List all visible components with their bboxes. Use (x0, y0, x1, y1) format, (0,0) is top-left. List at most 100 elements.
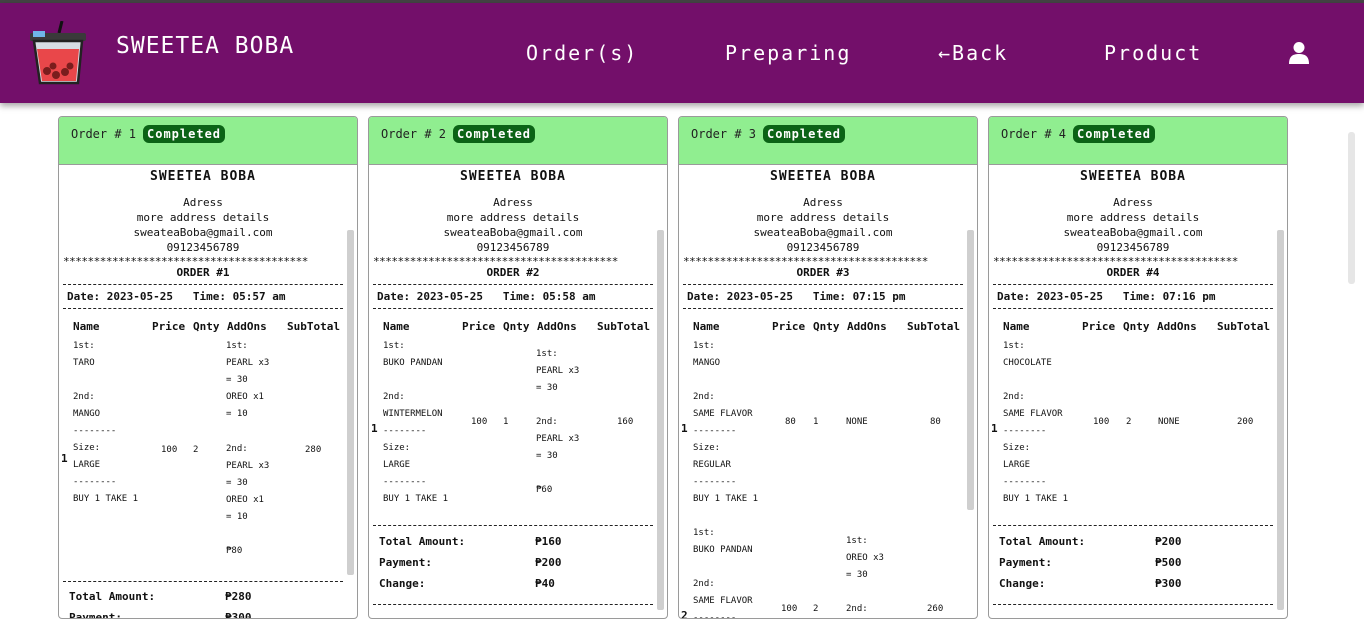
dashed-divider (63, 284, 343, 285)
item-row-number: 1 (991, 422, 998, 435)
receipt[interactable]: SWEETEA BOBA Adress more address details… (989, 166, 1287, 618)
receipt-email: sweateaBoba@gmail.com (753, 226, 893, 239)
nav-product-link[interactable]: Product (1104, 41, 1202, 65)
item-name-line: WINTERMELON (383, 409, 443, 419)
status-badge: Completed (453, 125, 536, 143)
item-name-line: 2nd: (693, 392, 715, 402)
receipt-phone: 09123456789 (476, 241, 550, 254)
item-name-line: -------- (693, 426, 737, 436)
receipt-address-details: more address details (756, 211, 890, 224)
item-price: 100 (1093, 417, 1110, 427)
item-qty: 2 (813, 604, 819, 614)
dashed-divider (993, 284, 1273, 285)
item-name-line: -------- (1003, 426, 1047, 436)
status-badge: Completed (143, 125, 226, 143)
col-header-price: Price (462, 320, 496, 333)
dashed-divider (63, 581, 343, 582)
receipt-scrollbar[interactable] (347, 230, 354, 575)
receipt-store-name: SWEETEA BOBA (770, 169, 876, 184)
receipt-address: Adress (803, 196, 843, 209)
dashed-divider (373, 525, 653, 526)
item-row-number: 1 (371, 422, 378, 435)
order-card: Order # 2 Completed SWEETEA BOBA Adress … (368, 116, 668, 619)
change-value: ₱40 (535, 577, 555, 590)
col-header-price: Price (152, 320, 186, 333)
status-badge: Completed (1073, 125, 1156, 143)
receipt-address-details: more address details (446, 211, 580, 224)
order-number: Order # 1 (71, 127, 137, 141)
item-name-line: -------- (693, 477, 737, 487)
col-header-name: Name (383, 320, 410, 333)
item-addon-line: ₱60 (536, 485, 553, 495)
receipt-store-name: SWEETEA BOBA (460, 169, 566, 184)
order-number: Order # 4 (1001, 127, 1067, 141)
receipt[interactable]: SWEETEA BOBA Adress more address details… (679, 166, 977, 619)
item-name-line: LARGE (383, 460, 411, 470)
item-name-line: BUY 1 TAKE 1 (383, 494, 449, 504)
receipt-scrollbar[interactable] (1277, 230, 1284, 610)
order-card-header: Order # 1 Completed (59, 117, 357, 165)
total-amount-value: ₱160 (535, 535, 562, 548)
col-header-qnty: Qnty (1123, 320, 1150, 333)
col-header-price: Price (1082, 320, 1116, 333)
change-label: Change: (999, 577, 1046, 590)
receipt-email: sweateaBoba@gmail.com (443, 226, 583, 239)
item-price: 100 (161, 445, 178, 455)
item-name-line: 2nd: (693, 579, 715, 589)
order-card: Order # 3 Completed SWEETEA BOBA Adress … (678, 116, 978, 619)
nav-orders-link[interactable]: Order(s) (526, 41, 638, 65)
receipt-address-details: more address details (1066, 211, 1200, 224)
payment-value: ₱300 (225, 611, 252, 619)
dashed-divider (373, 284, 653, 285)
item-row-number: 1 (681, 422, 688, 435)
receipt-email: sweateaBoba@gmail.com (1063, 226, 1203, 239)
col-header-subtotal: SubTotal (1217, 320, 1270, 333)
item-addon-line: PEARL x3 (226, 461, 270, 471)
change-value: ₱300 (1155, 577, 1182, 590)
change-label: Change: (379, 577, 426, 590)
item-qty: 1 (503, 417, 509, 427)
receipt-scrollbar[interactable] (967, 230, 974, 510)
receipt-address: Adress (493, 196, 533, 209)
item-name-line: 2nd: (1003, 392, 1025, 402)
receipt-scrollbar[interactable] (657, 230, 664, 610)
col-header-addons: AddOns (1157, 320, 1197, 333)
payment-label: Payment: (999, 556, 1052, 569)
page-scrollbar[interactable] (1348, 132, 1355, 284)
col-header-name: Name (1003, 320, 1030, 333)
user-icon[interactable] (1288, 41, 1310, 65)
col-header-qnty: Qnty (813, 320, 840, 333)
receipt[interactable]: SWEETEA BOBA Adress more address details… (59, 166, 357, 619)
receipt-order-title: ORDER #4 (1106, 266, 1160, 279)
item-name-line: CHOCOLATE (1003, 358, 1052, 368)
dashed-divider (683, 284, 963, 285)
item-addon-line: = 30 (846, 570, 868, 580)
item-name-line: TARO (73, 358, 95, 368)
payment-label: Payment: (69, 611, 122, 619)
dashed-divider (993, 308, 1273, 309)
item-addon-line: OREO x3 (846, 553, 884, 563)
receipt-store-name: SWEETEA BOBA (150, 169, 256, 184)
item-subtotal: 260 (927, 604, 944, 614)
item-addon-line: NONE (1158, 417, 1180, 427)
item-subtotal: 200 (1237, 417, 1254, 427)
order-card-header: Order # 2 Completed (369, 117, 667, 165)
item-addon-line: ₱80 (226, 546, 243, 556)
dashed-divider (63, 308, 343, 309)
nav-preparing-link[interactable]: Preparing (725, 41, 851, 65)
navbar: SWEETEA BOBA Order(s) Preparing ←Back Pr… (0, 3, 1364, 103)
receipt-address: Adress (1113, 196, 1153, 209)
item-row-number: 2 (681, 609, 688, 619)
order-number: Order # 2 (381, 127, 447, 141)
receipt-datetime: Date: 2023-05-25 Time: 07:16 pm (997, 290, 1216, 303)
col-header-addons: AddOns (847, 320, 887, 333)
item-name-line: SAME FLAVOR (693, 409, 753, 419)
nav-back-link[interactable]: ←Back (938, 41, 1008, 65)
item-subtotal: 160 (617, 417, 634, 427)
item-name-line: Size: (73, 443, 101, 453)
boba-cup-icon[interactable] (28, 20, 92, 87)
item-name-line: -------- (1003, 477, 1047, 487)
item-name-line: SAME FLAVOR (1003, 409, 1063, 419)
item-addon-line: 2nd: (536, 417, 558, 427)
receipt[interactable]: SWEETEA BOBA Adress more address details… (369, 166, 667, 618)
